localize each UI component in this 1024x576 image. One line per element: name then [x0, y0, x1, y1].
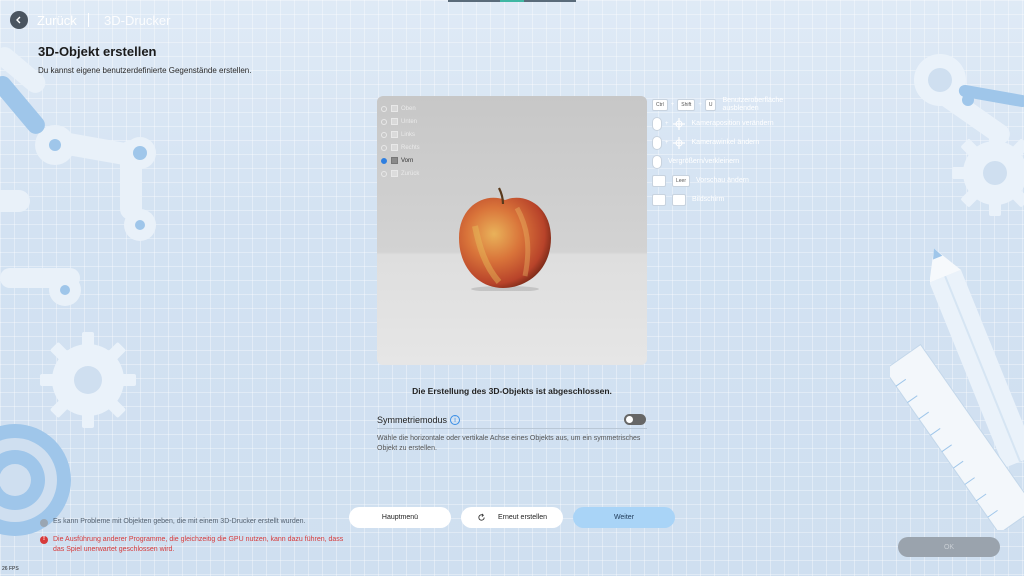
move-icon: [672, 117, 685, 130]
gear-illustration-right: [952, 130, 1024, 216]
radio-icon: [381, 144, 387, 151]
button-label: Hauptmenü: [381, 514, 419, 521]
gear-illustration-left: [40, 332, 136, 428]
view-label: Links: [401, 131, 416, 138]
view-option-back[interactable]: Zurück: [381, 167, 420, 180]
info-circle-icon: [40, 519, 48, 527]
shortcut-zoom: Vergrößern/verkleinern: [652, 154, 802, 169]
status-message: Die Erstellung des 3D-Objekts ist abgesc…: [412, 386, 612, 396]
view-selector: Oben Unten Links Rechts Vorn Zurück: [381, 102, 420, 180]
view-front-icon: [391, 157, 398, 164]
view-label: Zurück: [401, 170, 420, 177]
info-note: Es kann Probleme mit Objekten geben, die…: [40, 518, 306, 527]
main-menu-button[interactable]: Hauptmenü: [349, 507, 451, 528]
shortcut-camera-angle: + Kamerawinkel ändern: [652, 135, 802, 150]
button-label: Erneut erstellen: [497, 514, 548, 521]
page-subtitle: Du kannst eigene benutzerdefinierte Gege…: [38, 66, 252, 75]
keyboard-icon: [652, 174, 666, 187]
view-top-icon: [391, 105, 398, 112]
key-space: Leer: [672, 174, 691, 187]
retry-button[interactable]: Erneut erstellen: [461, 507, 563, 528]
apple-model: [459, 187, 551, 291]
shortcut-label: Bildschirm: [692, 195, 725, 203]
view-label: Rechts: [401, 144, 420, 151]
view-left-icon: [391, 131, 398, 138]
ok-button[interactable]: OK: [898, 537, 1000, 557]
view-bottom-icon: [391, 118, 398, 125]
view-option-bottom[interactable]: Unten: [381, 115, 420, 128]
mouse-wheel-icon: [652, 154, 662, 169]
shortcut-label: Kameraposition verändern: [691, 119, 774, 127]
view-label: Unten: [401, 118, 418, 125]
divider: [377, 428, 647, 429]
screenshot-icon: [672, 193, 686, 206]
back-button[interactable]: [10, 11, 28, 29]
view-right-icon: [391, 144, 398, 151]
view-back-icon: [391, 170, 398, 177]
move-icon: [672, 136, 685, 149]
shortcut-camera-position: + Kameraposition verändern: [652, 116, 802, 131]
top-progress-indicator: [448, 0, 576, 2]
shortcut-window: Leer Vorschau ändern: [652, 174, 802, 187]
key-shift: Shift: [677, 98, 696, 111]
symmetry-toggle[interactable]: [624, 414, 646, 425]
shortcut-screenshot: Bildschirm: [652, 193, 802, 206]
ruler-illustration: [890, 343, 1024, 530]
pencil-illustration: [930, 248, 1024, 468]
symmetry-description: Wähle die horizontale oder vertikale Ach…: [377, 435, 641, 452]
view-option-front[interactable]: Vorn: [381, 154, 420, 167]
note-text: Es kann Probleme mit Objekten geben, die…: [53, 518, 306, 525]
warning-note: ! Die Ausführung anderer Programme, die …: [40, 535, 350, 554]
object-preview[interactable]: Oben Unten Links Rechts Vorn Zurück: [377, 96, 647, 365]
radio-icon: [381, 157, 387, 164]
robot-arm-illustration: [0, 47, 156, 306]
page-title: 3D-Objekt erstellen: [38, 44, 157, 59]
chevron-left-icon: [16, 16, 21, 24]
info-icon[interactable]: i: [450, 415, 461, 425]
back-label[interactable]: Zurück: [37, 13, 77, 28]
shortcut-label: Vorschau ändern: [696, 176, 749, 184]
fps-counter: 26 FPS: [2, 566, 19, 572]
radio-icon: [381, 105, 387, 112]
mouse-left-icon: [652, 116, 662, 131]
view-option-right[interactable]: Rechts: [381, 141, 420, 154]
view-option-top[interactable]: Oben: [381, 102, 420, 115]
key-ctrl: Ctrl: [652, 98, 668, 111]
view-label: Vorn: [401, 157, 414, 164]
key-u: U: [704, 98, 717, 111]
toggle-knob: [626, 416, 633, 423]
view-label: Oben: [401, 105, 416, 112]
shortcut-label: Kamerawinkel ändern: [691, 138, 760, 146]
radio-icon: [381, 131, 387, 138]
button-label: OK: [943, 543, 955, 551]
breadcrumb-separator: [88, 13, 89, 27]
shortcut-hide-ui: Ctrl + Shift + U Benutzeroberfläche ausb…: [652, 96, 802, 112]
button-label: Weiter: [613, 514, 635, 521]
refresh-icon: [478, 513, 485, 521]
warning-text: Die Ausführung anderer Programme, die gl…: [53, 536, 344, 553]
symmetry-label-text: Symmetriemodus: [377, 415, 448, 425]
shortcut-label: Vergrößern/verkleinern: [668, 157, 740, 165]
mouse-right-icon: [652, 135, 662, 150]
wrench-illustration: [914, 54, 1024, 145]
symmetry-mode-label: Symmetriemodus i: [377, 415, 461, 425]
radio-icon: [381, 118, 387, 125]
breadcrumb: 3D-Drucker: [104, 13, 171, 28]
warning-icon: !: [40, 536, 48, 544]
view-option-left[interactable]: Links: [381, 128, 420, 141]
radio-icon: [381, 170, 387, 177]
shortcut-panel: Ctrl + Shift + U Benutzeroberfläche ausb…: [652, 96, 802, 212]
screen-icon: [652, 193, 666, 206]
next-button[interactable]: Weiter: [573, 507, 675, 528]
shortcut-label: Benutzeroberfläche ausblenden: [722, 96, 784, 112]
